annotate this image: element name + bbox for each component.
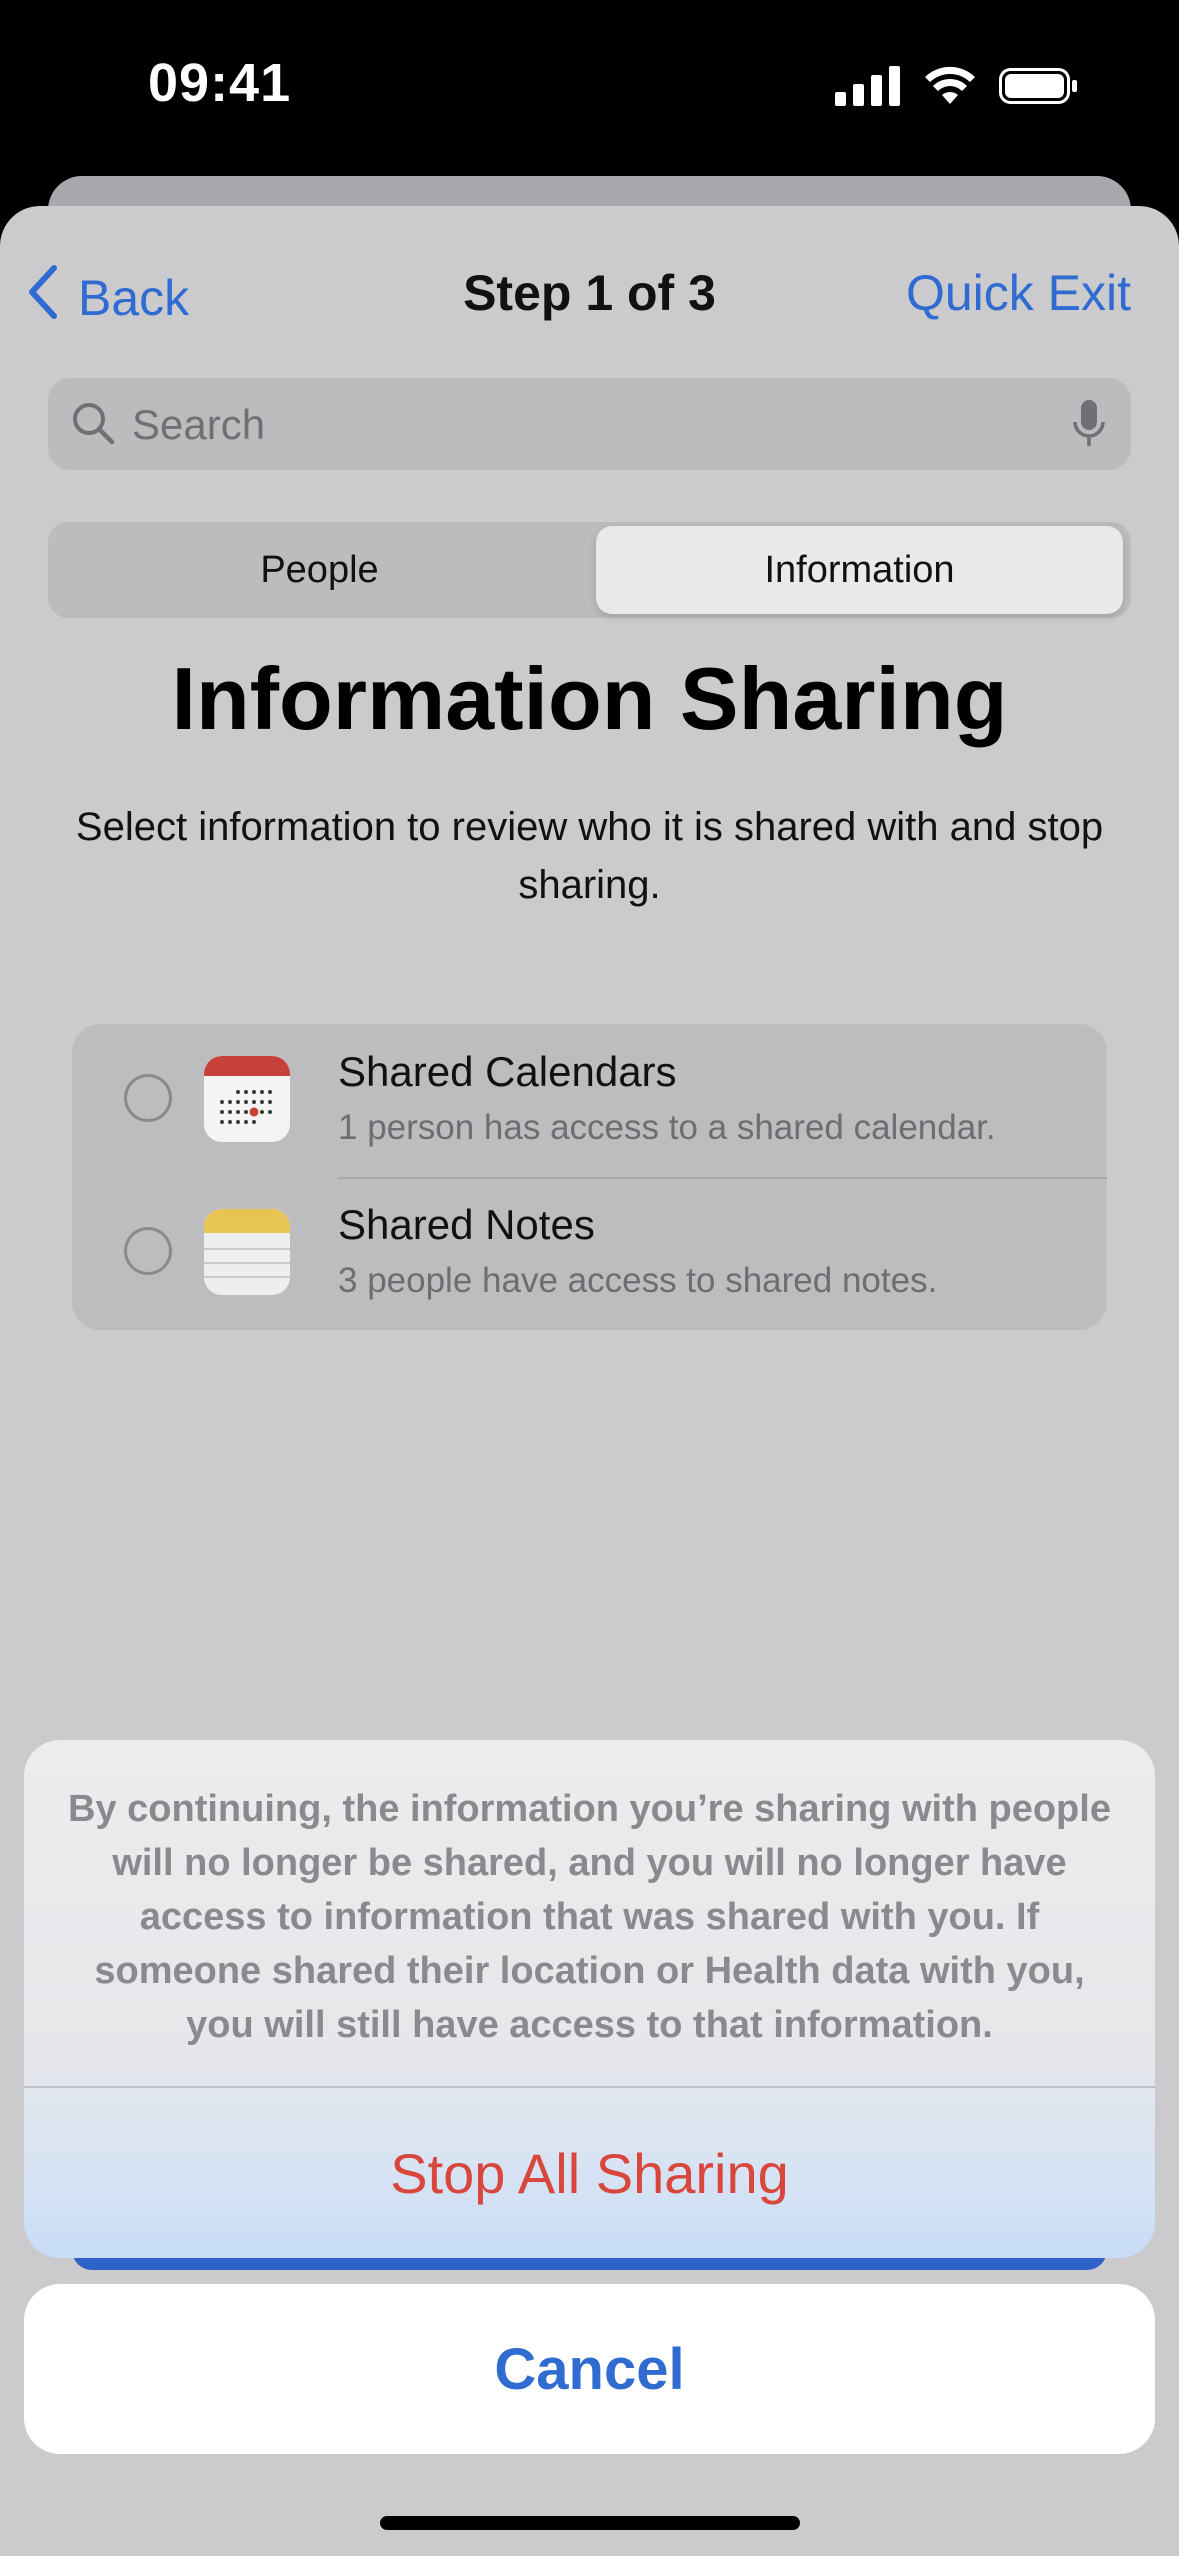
status-time: 09:41 <box>148 53 292 113</box>
action-sheet: By continuing, the information you’re sh… <box>24 1740 1155 2258</box>
segmented-control: People Information <box>48 522 1131 618</box>
list-item-subtitle: 3 people have access to shared notes. <box>338 1261 938 1300</box>
status-bar: 09:41 <box>0 0 1179 170</box>
stop-all-sharing-button[interactable]: Stop All Sharing <box>24 2088 1155 2258</box>
segment-people[interactable]: People <box>52 526 587 614</box>
cancel-button[interactable]: Cancel <box>24 2284 1155 2454</box>
status-icons <box>835 66 1079 111</box>
page-description: Select information to review who it is s… <box>75 805 1104 907</box>
microphone-icon[interactable] <box>1071 398 1107 455</box>
cellular-signal-icon <box>835 66 901 111</box>
search-input[interactable] <box>130 378 1034 472</box>
action-sheet-message: By continuing, the information you’re sh… <box>68 1788 1111 2046</box>
list-item-subtitle: 1 person has access to a shared calendar… <box>338 1108 996 1147</box>
calendar-app-icon <box>204 1056 290 1142</box>
quick-exit-button[interactable]: Quick Exit <box>906 264 1131 322</box>
home-indicator[interactable] <box>380 2516 800 2530</box>
battery-icon <box>999 66 1079 111</box>
radio-button[interactable] <box>124 1074 172 1122</box>
segment-information[interactable]: Information <box>596 526 1123 614</box>
page-heading: Information Sharing <box>171 649 1008 748</box>
wifi-icon <box>923 66 977 111</box>
search-icon <box>70 400 116 451</box>
list-item-title: Shared Calendars <box>338 1048 677 1095</box>
radio-button[interactable] <box>124 1227 172 1275</box>
list-item-shared-notes[interactable]: Shared Notes 3 people have access to sha… <box>72 1177 1107 1330</box>
home-area <box>0 2470 1179 2556</box>
list-item-title: Shared Notes <box>338 1201 595 1248</box>
search-bar[interactable] <box>48 378 1131 472</box>
information-list: Shared Calendars 1 person has access to … <box>72 1024 1107 1330</box>
notes-app-icon <box>204 1209 290 1295</box>
list-item-shared-calendars[interactable]: Shared Calendars 1 person has access to … <box>72 1024 1107 1179</box>
